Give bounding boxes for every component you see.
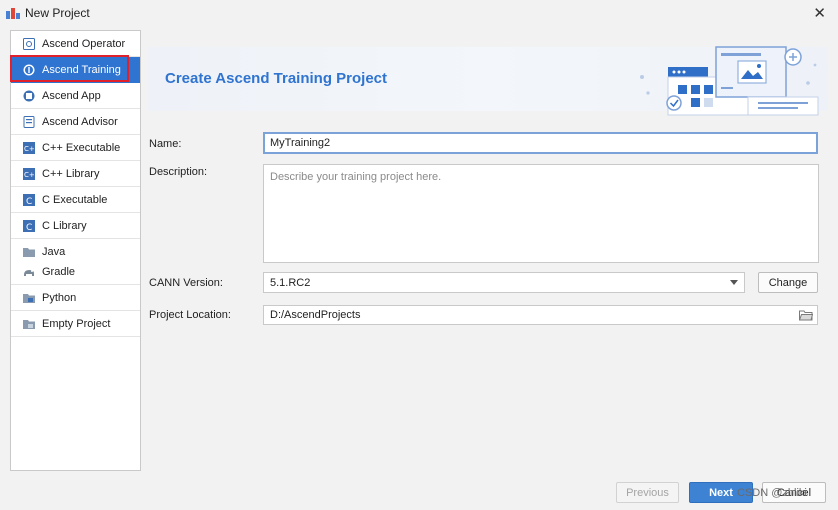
project-type-list: Ascend Operator Ascend Training Ascend A…	[10, 30, 141, 471]
close-icon[interactable]: ✕	[813, 4, 826, 22]
python-icon	[23, 293, 35, 303]
svg-text:C: C	[26, 197, 32, 206]
svg-text:C+: C+	[24, 145, 35, 153]
chevron-down-icon	[730, 280, 738, 285]
window-title: New Project	[25, 6, 90, 20]
c-executable-icon: C	[23, 193, 35, 206]
sidebar-item-label: Gradle	[42, 265, 76, 278]
training-illustration-icon	[640, 46, 819, 116]
page-title: Create Ascend Training Project	[165, 70, 388, 87]
name-label: Name:	[149, 138, 182, 150]
previous-button[interactable]: Previous	[616, 482, 679, 503]
sidebar-item-gradle[interactable]: Gradle	[11, 259, 140, 285]
cancel-button[interactable]: Cancel	[762, 482, 826, 503]
empty-project-icon	[23, 319, 35, 329]
sidebar-item-label: Python	[42, 291, 77, 304]
sidebar-item-label: C Library	[42, 219, 87, 232]
sidebar-item-label: C++ Executable	[42, 141, 121, 154]
sidebar-item-label: Empty Project	[42, 317, 111, 330]
gradle-icon	[24, 269, 34, 276]
cann-version-select[interactable]: 5.1.RC2	[263, 272, 745, 293]
cpp-library-icon: C+	[23, 167, 35, 180]
sidebar-item-label: Ascend Training	[42, 64, 121, 76]
sidebar-item-cpp-executable[interactable]: C+ C++ Executable	[11, 135, 140, 161]
header-banner: Create Ascend Training Project	[148, 46, 828, 116]
operator-icon	[23, 37, 35, 50]
next-button[interactable]: Next	[689, 482, 753, 503]
advisor-icon	[23, 115, 35, 128]
sidebar-item-ascend-training[interactable]: Ascend Training	[11, 57, 140, 83]
java-folder-icon	[23, 248, 35, 257]
project-location-input[interactable]: D:/AscendProjects	[263, 305, 818, 325]
sidebar-item-label: C++ Library	[42, 167, 100, 180]
sidebar-item-cpp-library[interactable]: C+ C++ Library	[11, 161, 140, 187]
app-logo-icon	[6, 8, 20, 19]
cpp-executable-icon: C+	[23, 141, 35, 154]
description-label: Description:	[149, 166, 208, 178]
sidebar-item-label: Ascend Advisor	[42, 115, 118, 128]
description-placeholder: Describe your training project here.	[270, 171, 442, 183]
sidebar-item-ascend-operator[interactable]: Ascend Operator	[11, 31, 140, 57]
cann-version-value: 5.1.RC2	[270, 276, 311, 289]
sidebar-item-label: Ascend App	[42, 89, 101, 102]
sidebar-item-c-library[interactable]: C C Library	[11, 213, 140, 239]
description-textarea[interactable]: Describe your training project here.	[263, 164, 819, 263]
sidebar-item-ascend-app[interactable]: Ascend App	[11, 83, 140, 109]
title-bar: New Project ✕	[0, 0, 838, 26]
c-library-icon: C	[23, 219, 35, 232]
cann-version-label: CANN Version:	[149, 277, 223, 289]
svg-text:C: C	[26, 223, 32, 232]
svg-text:C+: C+	[24, 171, 35, 179]
sidebar-item-c-executable[interactable]: C C Executable	[11, 187, 140, 213]
name-input[interactable]: MyTraining2	[263, 132, 818, 154]
sidebar-item-label: Java	[42, 246, 66, 258]
sidebar-item-empty-project[interactable]: Empty Project	[11, 311, 140, 337]
sidebar-item-label: Ascend Operator	[42, 37, 126, 50]
name-input-value: MyTraining2	[270, 137, 331, 149]
sidebar-item-label: C Executable	[42, 193, 108, 206]
sidebar-item-python[interactable]: Python	[11, 285, 140, 311]
project-location-label: Project Location:	[149, 309, 231, 321]
training-icon	[23, 64, 35, 76]
folder-icon[interactable]	[799, 310, 813, 321]
project-location-value: D:/AscendProjects	[270, 309, 361, 321]
change-button[interactable]: Change	[758, 272, 818, 293]
sidebar-item-ascend-advisor[interactable]: Ascend Advisor	[11, 109, 140, 135]
app-icon	[23, 90, 35, 101]
